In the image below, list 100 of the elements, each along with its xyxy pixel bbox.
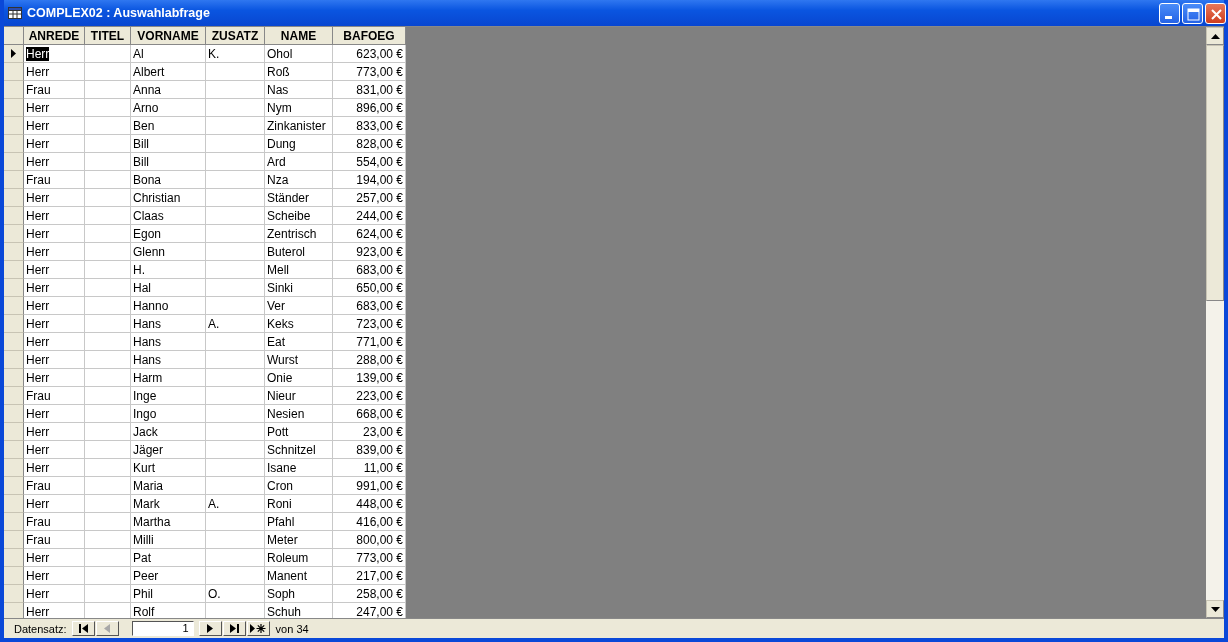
table-cell: Peer xyxy=(131,567,206,585)
table-cell xyxy=(206,99,265,117)
table-cell: O. xyxy=(206,585,265,603)
column-header[interactable]: TITEL xyxy=(85,27,131,45)
table-cell xyxy=(206,153,265,171)
table-cell: Schnitzel xyxy=(265,441,333,459)
table-cell: Mark xyxy=(131,495,206,513)
table-cell: Nieur xyxy=(265,387,333,405)
table-cell: Hans xyxy=(131,315,206,333)
table-cell xyxy=(206,441,265,459)
table-cell: Nas xyxy=(265,81,333,99)
table-cell xyxy=(206,171,265,189)
table-cell xyxy=(206,81,265,99)
table-cell xyxy=(206,297,265,315)
table-cell xyxy=(85,549,131,567)
table-cell: Hal xyxy=(131,279,206,297)
maximize-button[interactable] xyxy=(1182,2,1203,24)
table-cell: Pott xyxy=(265,423,333,441)
table-cell xyxy=(206,333,265,351)
table-cell xyxy=(206,189,265,207)
table-cell xyxy=(85,207,131,225)
table-cell: Frau xyxy=(24,171,85,189)
table-cell: Sinki xyxy=(265,279,333,297)
last-record-button[interactable] xyxy=(222,621,246,636)
table-cell: Herr xyxy=(24,261,85,279)
table-cell xyxy=(206,549,265,567)
table-cell: Egon xyxy=(131,225,206,243)
column-header[interactable]: NAME xyxy=(265,27,333,45)
table-cell: Bill xyxy=(131,135,206,153)
new-record-icon xyxy=(250,624,267,633)
table-cell: H. xyxy=(131,261,206,279)
new-record-button[interactable] xyxy=(246,621,270,636)
vertical-scrollbar[interactable] xyxy=(1206,27,1224,618)
table-cell: Jäger xyxy=(131,441,206,459)
previous-record-button[interactable] xyxy=(95,621,119,636)
table-cell: Ben xyxy=(131,117,206,135)
table-cell: Herr xyxy=(24,369,85,387)
table-cell: Dung xyxy=(265,135,333,153)
table-cell xyxy=(85,459,131,477)
table-cell xyxy=(85,153,131,171)
table-cell: Frau xyxy=(24,477,85,495)
table-cell: Arno xyxy=(131,99,206,117)
table-cell xyxy=(206,513,265,531)
minimize-button[interactable] xyxy=(1159,2,1180,24)
scroll-down-button[interactable] xyxy=(1206,600,1224,618)
table-cell: Frau xyxy=(24,387,85,405)
table-cell xyxy=(206,351,265,369)
table-cell xyxy=(206,567,265,585)
table-cell: Herr xyxy=(24,135,85,153)
table-cell: Herr xyxy=(24,189,85,207)
table-cell xyxy=(85,441,131,459)
table-cell: Christian xyxy=(131,189,206,207)
table-cell: Herr xyxy=(24,441,85,459)
current-record-icon xyxy=(11,49,16,58)
next-record-button[interactable] xyxy=(198,621,222,636)
table-cell xyxy=(85,405,131,423)
table-cell: Herr xyxy=(24,495,85,513)
table-cell xyxy=(206,387,265,405)
table-cell: Herr xyxy=(24,333,85,351)
table-cell: Albert xyxy=(131,63,206,81)
first-record-button[interactable] xyxy=(71,621,95,636)
table-cell: Claas xyxy=(131,207,206,225)
scroll-up-button[interactable] xyxy=(1206,27,1224,45)
table-cell: Cron xyxy=(265,477,333,495)
table-cell: Frau xyxy=(24,513,85,531)
table-cell xyxy=(85,117,131,135)
table-cell xyxy=(206,261,265,279)
record-label: Datensatz: xyxy=(14,622,67,635)
column-header[interactable]: VORNAME xyxy=(131,27,206,45)
table-cell: Buterol xyxy=(265,243,333,261)
table-cell: Herr xyxy=(24,225,85,243)
column-header[interactable]: ANREDE xyxy=(24,27,85,45)
record-number-field[interactable]: 1 xyxy=(131,621,194,636)
column-header[interactable]: BAFOEG xyxy=(333,27,406,45)
table-cell xyxy=(85,315,131,333)
close-button[interactable] xyxy=(1205,2,1226,24)
table-cell: K. xyxy=(206,45,265,63)
table-cell: Herr xyxy=(24,297,85,315)
table-cell: Herr xyxy=(24,153,85,171)
table-cell: Meter xyxy=(265,531,333,549)
table-cell: Kurt xyxy=(131,459,206,477)
table-cell: Herr xyxy=(24,207,85,225)
table-cell: Isane xyxy=(265,459,333,477)
table-cell: Onie xyxy=(265,369,333,387)
table-cell xyxy=(206,117,265,135)
scroll-thumb[interactable] xyxy=(1206,45,1224,301)
table-cell xyxy=(85,279,131,297)
table-cell: Keks xyxy=(265,315,333,333)
table-cell: Herr xyxy=(24,459,85,477)
table-cell: Bill xyxy=(131,153,206,171)
row-selector[interactable] xyxy=(4,45,24,63)
table-cell: Inge xyxy=(131,387,206,405)
column-header[interactable]: ZUSATZ xyxy=(206,27,265,45)
table-cell: Pfahl xyxy=(265,513,333,531)
table-cell xyxy=(85,189,131,207)
table-cell: Ohol xyxy=(265,45,333,63)
table-cell: Soph xyxy=(265,585,333,603)
table-cell: Roß xyxy=(265,63,333,81)
table-cell xyxy=(85,477,131,495)
table-cell xyxy=(206,279,265,297)
